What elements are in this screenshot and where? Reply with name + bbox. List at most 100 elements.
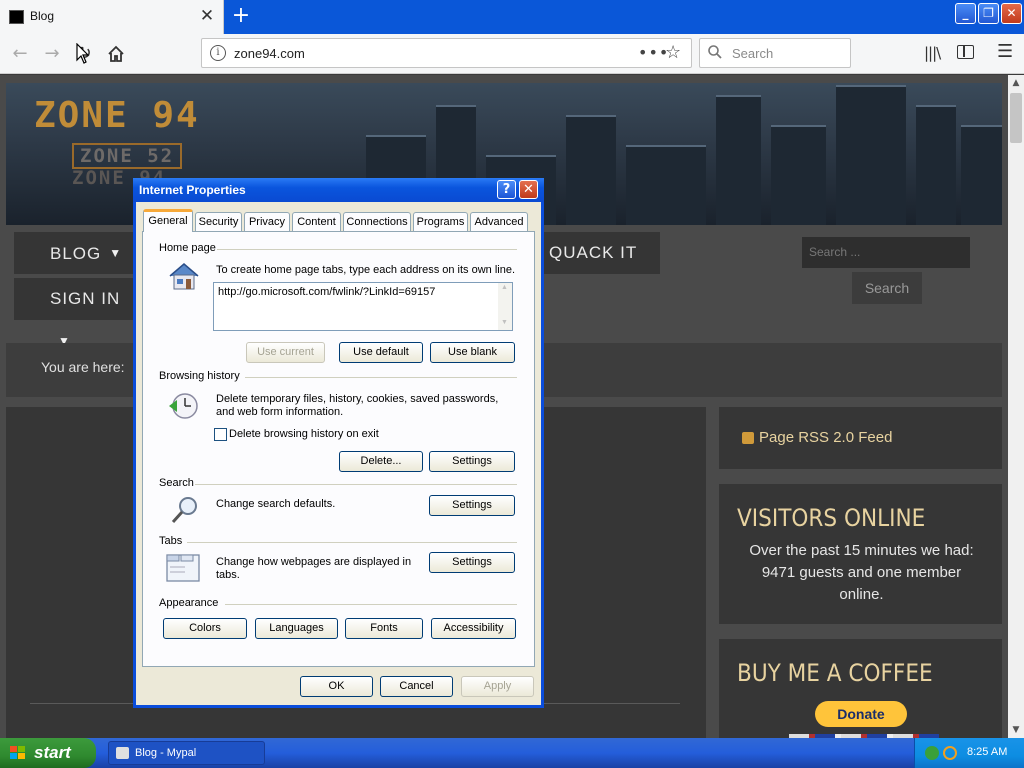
tab-programs[interactable]: Programs	[413, 212, 468, 231]
use-current-button[interactable]: Use current	[246, 342, 325, 363]
colors-button[interactable]: Colors	[163, 618, 247, 639]
dialog-title: Internet Properties	[139, 183, 246, 197]
sidebar-toggle-icon[interactable]	[957, 45, 974, 59]
forward-arrow-icon[interactable]: →	[40, 42, 64, 66]
start-label: start	[34, 743, 71, 762]
new-tab-plus-icon[interactable]: +	[228, 4, 254, 30]
tabs-settings-button[interactable]: Settings	[429, 552, 515, 573]
rss-feed-link[interactable]: Page RSS 2.0 Feed	[759, 429, 892, 446]
nav-menu-signin[interactable]: SIGN IN▼	[14, 278, 136, 348]
use-blank-button[interactable]: Use blank	[430, 342, 515, 363]
nav-menu-quack-label: QUACK IT	[549, 243, 638, 262]
help-icon[interactable]: ?	[497, 180, 516, 199]
donate-button[interactable]: Donate	[815, 701, 907, 727]
dialog-title-bar[interactable]: Internet Properties ? ✕	[133, 178, 544, 202]
group-divider	[245, 377, 517, 378]
banner-building	[771, 125, 826, 225]
languages-button[interactable]: Languages	[255, 618, 338, 639]
windows-taskbar: start Blog - Mypal 8:25 AM	[0, 738, 1024, 768]
cancel-button[interactable]: Cancel	[380, 676, 453, 697]
tab-privacy[interactable]: Privacy	[244, 212, 290, 231]
tab-content[interactable]: Content	[292, 212, 341, 231]
taskbar-clock[interactable]: 8:25 AM	[967, 746, 1007, 758]
library-icon[interactable]: |||\	[924, 44, 941, 62]
chevron-down-icon: ▼	[109, 246, 123, 260]
browser-tab-strip: Blog ✕ + _ ❐ ✕	[0, 0, 1024, 34]
browsing-history-description: Delete temporary files, history, cookies…	[216, 393, 499, 418]
general-tab-panel: Home page To create home page tabs, type…	[142, 231, 535, 667]
window-minimize-button[interactable]: _	[955, 3, 976, 24]
visitors-title: VISITORS ONLINE	[737, 504, 926, 532]
home-page-heading: Home page	[159, 242, 216, 254]
tabs-description: Change how webpages are displayed in tab…	[216, 556, 412, 581]
close-icon[interactable]: ✕	[519, 180, 538, 199]
accessibility-button[interactable]: Accessibility	[431, 618, 516, 639]
search-description: Change search defaults.	[216, 498, 336, 510]
hamburger-menu-icon[interactable]: ☰	[997, 41, 1013, 62]
home-page-house-icon	[169, 263, 199, 290]
start-button[interactable]: start	[0, 738, 96, 768]
address-bar[interactable]: i zone94.com ••• ☆	[201, 38, 692, 68]
browsing-history-heading: Browsing history	[159, 370, 240, 382]
site-search-button[interactable]: Search	[852, 272, 922, 304]
banner-building	[566, 115, 616, 225]
coffee-title: BUY ME A COFFEE	[737, 659, 933, 687]
tab-close-icon[interactable]: ✕	[198, 6, 216, 26]
site-logo-subtitle: ZONE 52	[72, 143, 183, 169]
rss-feed-icon	[742, 432, 754, 444]
scrollbar-thumb[interactable]	[1010, 93, 1022, 143]
home-page-url-value[interactable]: http://go.microsoft.com/fwlink/?LinkId=6…	[218, 286, 435, 298]
page-scrollbar[interactable]: ▲ ▼	[1008, 75, 1024, 738]
delete-history-on-exit-checkbox[interactable]	[214, 428, 227, 441]
nav-menu-blog[interactable]: BLOG ▼	[14, 232, 136, 274]
tab-security[interactable]: Security	[195, 212, 242, 231]
taskbar-item-browser[interactable]: Blog - Mypal	[108, 741, 265, 765]
tab-advanced[interactable]: Advanced	[470, 212, 528, 231]
search-magnifier-icon	[171, 497, 197, 524]
browser-navigation-bar: ← → ↻ i zone94.com ••• ☆ Search |||\ ☰	[0, 34, 1024, 74]
browser-search-field[interactable]: Search	[699, 38, 851, 68]
home-page-field-scrollbar[interactable]	[498, 283, 512, 330]
coffee-widget: BUY ME A COFFEE Donate	[719, 639, 1002, 738]
site-logo[interactable]: ZONE 94	[34, 95, 200, 136]
apply-button[interactable]: Apply	[461, 676, 534, 697]
tab-general[interactable]: General	[143, 209, 193, 232]
address-bar-url[interactable]: zone94.com	[234, 46, 305, 61]
history-settings-button[interactable]: Settings	[429, 451, 515, 472]
home-page-url-field[interactable]: http://go.microsoft.com/fwlink/?LinkId=6…	[213, 282, 513, 331]
fonts-button[interactable]: Fonts	[345, 618, 423, 639]
nav-menu-blog-label: BLOG	[50, 244, 102, 263]
scroll-up-icon[interactable]: ▲	[1008, 75, 1024, 91]
network-tray-icon[interactable]	[925, 746, 939, 760]
rss-widget: Page RSS 2.0 Feed	[719, 407, 1002, 469]
tab-title: Blog	[30, 9, 55, 23]
window-close-button[interactable]: ✕	[1001, 3, 1022, 24]
search-settings-button[interactable]: Settings	[429, 495, 515, 516]
scroll-down-icon[interactable]: ▼	[1008, 722, 1024, 738]
delete-history-button[interactable]: Delete...	[339, 451, 423, 472]
banner-building	[716, 95, 761, 225]
nav-menu-quack-it[interactable]: QUACK IT	[534, 232, 660, 274]
home-icon[interactable]	[104, 42, 128, 66]
home-page-description: To create home page tabs, type each addr…	[216, 264, 516, 276]
tab-connections[interactable]: Connections	[343, 212, 411, 231]
delete-history-on-exit-label[interactable]: Delete browsing history on exit	[229, 428, 379, 440]
browser-tab-blog[interactable]: Blog ✕	[0, 0, 224, 34]
back-arrow-icon[interactable]: ←	[8, 42, 32, 66]
search-icon	[708, 45, 722, 59]
browser-search-placeholder: Search	[732, 46, 774, 61]
banner-building	[836, 85, 906, 225]
banner-building	[961, 125, 1002, 225]
site-search-input[interactable]: Search ...	[802, 237, 970, 268]
site-favicon-icon	[9, 10, 24, 24]
use-default-button[interactable]: Use default	[339, 342, 423, 363]
window-restore-button[interactable]: ❐	[978, 3, 999, 24]
visitors-count-text: Over the past 15 minutes we had: 9471 gu…	[749, 542, 974, 603]
ok-button[interactable]: OK	[300, 676, 373, 697]
visitors-widget: VISITORS ONLINE Over the past 15 minutes…	[719, 484, 1002, 624]
search-tray-icon[interactable]	[943, 746, 957, 760]
browser-app-icon	[116, 747, 129, 759]
appearance-heading: Appearance	[159, 597, 219, 609]
bookmark-star-icon[interactable]: ☆	[665, 42, 681, 63]
site-info-icon[interactable]: i	[210, 45, 226, 61]
